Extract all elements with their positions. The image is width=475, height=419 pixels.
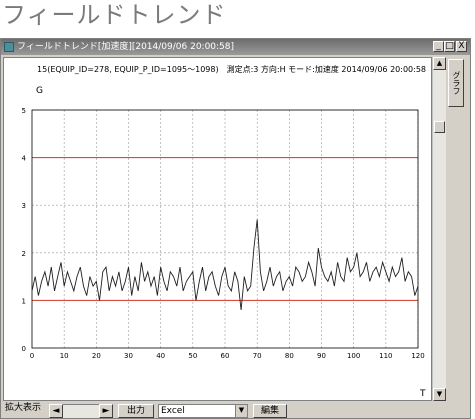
x-tick-label: 10 [60, 352, 69, 360]
y-tick-label: 3 [22, 202, 26, 210]
x-tick-label: 0 [30, 352, 34, 360]
zoom-label: 拡大表示 [5, 403, 42, 413]
app-icon [4, 42, 14, 52]
tab-graph[interactable]: グラフ [448, 59, 464, 107]
x-tick-label: 100 [347, 352, 360, 360]
zoom-right-button[interactable]: ► [99, 404, 113, 418]
trend-window: フィールドトレンド[加速度][2014/09/06 20:00:58] _ □ … [0, 38, 471, 419]
y-axis-label: G [36, 86, 43, 96]
x-tick-label: 70 [253, 352, 262, 360]
x-axis-label: T [419, 389, 426, 399]
x-tick-label: 120 [411, 352, 424, 360]
scroll-down-button[interactable]: ▼ [433, 388, 446, 401]
vertical-scrollbar[interactable]: ▲ ▼ [432, 57, 446, 401]
x-tick-label: 80 [285, 352, 294, 360]
x-tick-label: 40 [156, 352, 165, 360]
y-tick-label: 5 [22, 107, 26, 115]
trend-chart: 15(EQUIP_ID=278, EQUIP_P_ID=1095～1098) 測… [22, 64, 426, 399]
y-tick-label: 0 [22, 345, 26, 353]
chevron-down-icon[interactable]: ▼ [235, 405, 247, 417]
page-heading: フィールドトレンド [2, 1, 227, 29]
close-button[interactable]: X [456, 41, 467, 52]
window-title: フィールドトレンド[加速度][2014/09/06 20:00:58] [17, 42, 235, 52]
acceleration-series-line [31, 219, 419, 310]
x-tick-label: 20 [92, 352, 101, 360]
chart-title: 15(EQUIP_ID=278, EQUIP_P_ID=1095～1098) 測… [37, 64, 426, 74]
scroll-thumb[interactable] [434, 121, 445, 133]
minimize-button[interactable]: _ [433, 41, 444, 52]
output-button[interactable]: 出力 [118, 404, 154, 418]
plot-border [31, 109, 419, 349]
title-bar[interactable]: フィールドトレンド[加速度][2014/09/06 20:00:58] _ □ … [1, 39, 470, 55]
edit-button[interactable]: 編集 [253, 404, 287, 418]
x-tick-label: 90 [317, 352, 326, 360]
format-select[interactable]: Excel ▼ [158, 404, 248, 418]
x-tick-label: 30 [124, 352, 133, 360]
restore-button[interactable]: □ [444, 41, 455, 52]
y-tick-label: 4 [22, 155, 27, 163]
bottom-toolbar: 拡大表示 ◄ ► 出力 Excel ▼ 編集 [1, 403, 470, 419]
x-tick-label: 60 [221, 352, 230, 360]
zoom-slider-track[interactable] [63, 404, 99, 418]
y-tick-label: 2 [22, 250, 26, 258]
x-tick-label: 110 [379, 352, 392, 360]
scroll-up-button[interactable]: ▲ [433, 57, 446, 70]
x-tick-label: 50 [188, 352, 197, 360]
chart-area: 15(EQUIP_ID=278, EQUIP_P_ID=1095～1098) 測… [3, 57, 432, 401]
format-select-value: Excel [161, 406, 185, 416]
zoom-left-button[interactable]: ◄ [49, 404, 63, 418]
y-tick-label: 1 [22, 297, 26, 305]
